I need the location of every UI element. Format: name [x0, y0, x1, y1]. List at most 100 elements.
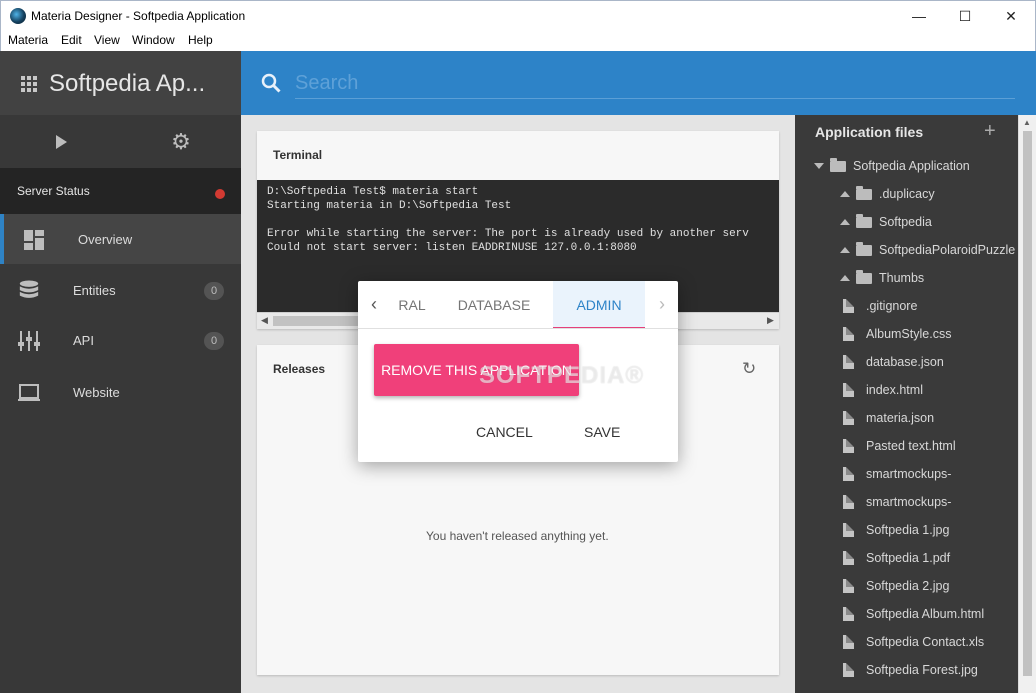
refresh-icon[interactable]: ↻ — [742, 359, 756, 379]
folder-icon — [856, 270, 872, 284]
title-bar: Materia Designer - Softpedia Application… — [0, 0, 1036, 30]
folder-item[interactable]: Softpedia Application — [795, 152, 1018, 180]
scrollbar-thumb[interactable] — [1023, 131, 1032, 676]
file-name: .duplicacy — [879, 187, 935, 201]
app-logo-icon — [10, 8, 26, 24]
file-item[interactable]: Softpedia 1.pdf — [795, 544, 1018, 572]
scroll-left-icon[interactable]: ◀ — [261, 315, 268, 326]
folder-icon — [856, 242, 872, 256]
file-item[interactable]: Pasted text.html — [795, 432, 1018, 460]
tab-database[interactable]: DATABASE — [444, 281, 544, 328]
file-item[interactable]: Softpedia 1.jpg — [795, 516, 1018, 544]
terminal-line: Error while starting the server: The por… — [267, 228, 749, 240]
folder-icon — [856, 186, 872, 200]
file-item[interactable]: database.json — [795, 348, 1018, 376]
file-name: materia.json — [866, 411, 935, 425]
file-icon — [843, 635, 854, 649]
file-item[interactable]: materia.json — [795, 404, 1018, 432]
folder-icon — [856, 214, 872, 228]
expand-icon[interactable] — [840, 247, 850, 253]
file-item[interactable]: Softpedia Forest.jpg — [795, 656, 1018, 684]
files-vertical-scrollbar[interactable]: ▲ — [1018, 115, 1036, 693]
file-name: SoftpediaPolaroidPuzzle — [879, 243, 1016, 257]
file-item[interactable]: Softpedia Contact.xls — [795, 628, 1018, 656]
sidebar-item-api[interactable]: API 0 — [0, 315, 241, 365]
cancel-button[interactable]: CANCEL — [476, 424, 533, 440]
sidebar-item-label: Website — [73, 385, 120, 400]
sidebar-item-website[interactable]: Website — [0, 367, 241, 417]
save-button[interactable]: SAVE — [584, 424, 620, 440]
expand-icon[interactable] — [840, 219, 850, 225]
window-title: Materia Designer - Softpedia Application — [31, 9, 246, 23]
file-icon — [843, 327, 854, 341]
api-count-badge: 0 — [204, 332, 224, 350]
tab-general[interactable]: RAL — [382, 281, 442, 328]
file-name: .gitignore — [866, 299, 918, 313]
sidebar-item-overview[interactable]: Overview — [0, 214, 241, 264]
releases-empty-message: You haven't released anything yet. — [426, 529, 609, 543]
tabs-scroll-right-icon[interactable]: › — [652, 294, 672, 314]
minimize-button[interactable]: — — [896, 1, 942, 31]
scroll-up-icon[interactable]: ▲ — [1023, 118, 1031, 127]
tabs-scroll-left-icon[interactable]: ‹ — [364, 294, 384, 314]
folder-item[interactable]: Thumbs — [795, 264, 1018, 292]
menu-view[interactable]: View — [94, 33, 120, 47]
folder-item[interactable]: SoftpediaPolaroidPuzzle — [795, 236, 1018, 264]
monitor-icon — [18, 384, 40, 401]
file-item[interactable]: .gitignore — [795, 292, 1018, 320]
api-icon — [18, 331, 40, 351]
file-item[interactable]: smartmockups- — [795, 488, 1018, 516]
folder-icon — [830, 158, 846, 172]
active-indicator — [0, 214, 4, 264]
file-item[interactable]: Softpedia 2.jpg — [795, 572, 1018, 600]
maximize-button[interactable]: ☐ — [942, 1, 988, 31]
file-icon — [843, 355, 854, 369]
tab-admin[interactable]: ADMIN — [553, 281, 645, 328]
entities-count-badge: 0 — [204, 282, 224, 300]
menu-window[interactable]: Window — [132, 33, 175, 47]
close-button[interactable]: ✕ — [988, 1, 1034, 31]
dashboard-icon — [24, 230, 44, 250]
file-icon — [843, 383, 854, 397]
expand-icon[interactable] — [840, 191, 850, 197]
file-name: Softpedia 1.pdf — [866, 551, 951, 565]
collapse-icon[interactable] — [814, 163, 824, 169]
file-name: Softpedia — [879, 215, 932, 229]
gear-icon[interactable]: ⚙ — [170, 131, 192, 153]
file-name: database.json — [866, 355, 944, 369]
file-name: smartmockups- — [866, 467, 952, 481]
file-item[interactable]: smartmockups- — [795, 460, 1018, 488]
file-name: Softpedia 2.jpg — [866, 579, 950, 593]
sidebar-item-entities[interactable]: Entities 0 — [0, 265, 241, 315]
file-item[interactable]: AlbumStyle.css — [795, 320, 1018, 348]
terminal-line: Could not start server: listen EADDRINUS… — [267, 242, 637, 254]
file-name: index.html — [866, 383, 923, 397]
sidebar-item-label: API — [73, 333, 94, 348]
menu-help[interactable]: Help — [188, 33, 213, 47]
file-name: Softpedia Contact.xls — [866, 635, 985, 649]
apps-grid-icon[interactable] — [21, 76, 37, 92]
scroll-right-icon[interactable]: ▶ — [767, 315, 774, 326]
menu-materia[interactable]: Materia — [8, 33, 48, 47]
file-icon — [843, 607, 854, 621]
expand-icon[interactable] — [840, 275, 850, 281]
file-icon — [843, 523, 854, 537]
file-item[interactable]: Softpedia Album.html — [795, 600, 1018, 628]
play-icon[interactable] — [56, 135, 67, 149]
folder-item[interactable]: Softpedia — [795, 208, 1018, 236]
file-name: AlbumStyle.css — [866, 327, 952, 341]
dialog-tabs: ‹ RAL DATABASE ADMIN › — [358, 281, 678, 329]
menu-bar: Materia Edit View Window Help — [0, 30, 1036, 51]
menu-edit[interactable]: Edit — [61, 33, 82, 47]
search-input[interactable] — [295, 69, 1015, 99]
file-icon — [843, 663, 854, 677]
file-item[interactable]: index.html — [795, 376, 1018, 404]
file-name: smartmockups- — [866, 495, 952, 509]
file-icon — [843, 467, 854, 481]
tab-admin-label: ADMIN — [576, 297, 622, 313]
folder-item[interactable]: .duplicacy — [795, 180, 1018, 208]
add-file-icon[interactable]: + — [984, 120, 996, 143]
server-status-indicator — [215, 189, 225, 199]
file-icon — [843, 579, 854, 593]
search-bar — [241, 51, 1036, 115]
